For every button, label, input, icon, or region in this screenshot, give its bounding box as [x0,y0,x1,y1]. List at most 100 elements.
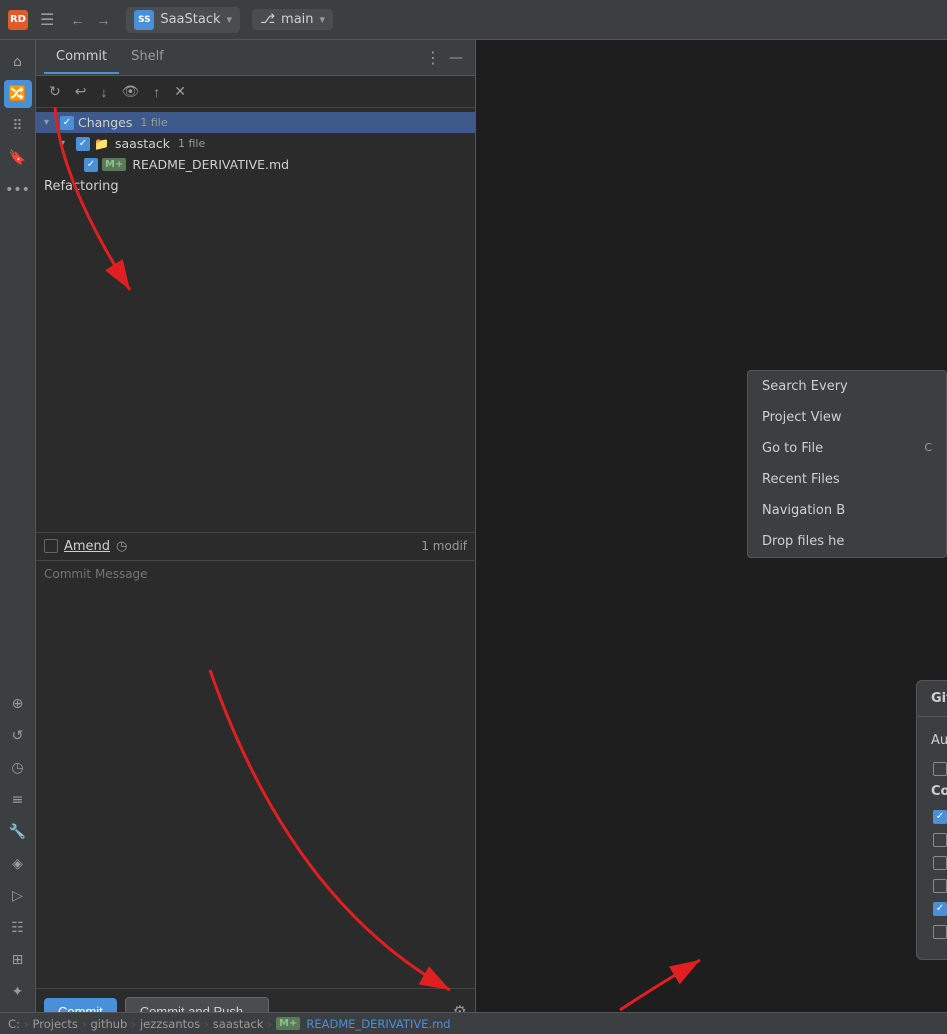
cleanup-checkbox[interactable]: ✓ [933,902,947,916]
commit-panel: Commit Shelf ⋮ — ↻ ↩ ↓ 👁 ↑ ✕ ▾ ✓ Changes… [36,40,476,1034]
sidebar-icons: ⌂ 🔀 ⠿ 🔖 ••• ⊕ ↺ ◷ ≡ 🔧 ◈ ▷ ☷ ⊞ ✦ [0,40,36,1034]
reformat-checkbox[interactable] [933,833,947,847]
popup-recent-files[interactable]: Recent Files [748,464,946,495]
readme-checkbox[interactable]: ✓ [84,158,98,172]
amend-checkbox[interactable] [44,539,58,553]
saastack-label: saastack [115,136,170,151]
changes-row[interactable]: ▾ ✓ Changes 1 file [36,112,475,133]
sidebar-icon-structure[interactable]: ⠿ [4,112,32,140]
commit-message-area [36,561,475,989]
sidebar-icon-terminal[interactable]: ⊞ [4,946,32,974]
folder-icon: 📁 [94,137,109,151]
sidebar-icon-settings[interactable]: ✦ [4,978,32,1006]
sidebar-icon-play[interactable]: ▷ [4,882,32,910]
nav-forward-button[interactable]: → [92,10,114,30]
amend-label[interactable]: Amend [64,539,110,554]
app-name: SaaStack [160,12,220,27]
sidebar-icon-git[interactable]: ↺ [4,722,32,750]
status-repo[interactable]: saastack [213,1017,264,1031]
sidebar-icon-plugins[interactable]: ⊕ [4,690,32,718]
main-layout: ⌂ 🔀 ⠿ 🔖 ••• ⊕ ↺ ◷ ≡ 🔧 ◈ ▷ ☷ ⊞ ✦ Commit S… [0,40,947,1034]
file-tree: ▾ ✓ Changes 1 file ▾ ✓ 📁 saastack 1 file… [36,108,475,532]
rearrange-row: Rearrange code [931,855,947,870]
popup-navigation-bar-label: Navigation B [762,503,845,518]
nav-buttons: ← → [66,10,114,30]
popup-drop-files[interactable]: Drop files he [748,526,946,557]
popup-navigation-bar[interactable]: Navigation B [748,495,946,526]
terraform-checkbox[interactable] [933,925,947,939]
preview-button[interactable]: 👁 [116,80,144,103]
status-file[interactable]: README_DERIVATIVE.md [306,1017,450,1031]
menu-icon[interactable]: ☰ [36,8,58,31]
sidebar-icon-tools[interactable]: 🔧 [4,818,32,846]
branch-chevron-icon: ▾ [320,13,326,26]
status-projects[interactable]: Projects [33,1017,78,1031]
refactoring-label: Refactoring [36,175,475,198]
status-user[interactable]: jezzsantos [140,1017,200,1031]
sidebar-icon-bookmarks[interactable]: 🔖 [4,144,32,172]
popup-recent-files-label: Recent Files [762,472,840,487]
tab-shelf[interactable]: Shelf [119,41,176,74]
sidebar-icon-layers[interactable]: ◈ [4,850,32,878]
changes-checkbox[interactable]: ✓ [60,116,74,130]
app-logo: RD [8,10,28,30]
branch-selector[interactable]: ⎇ main ▾ [252,9,333,30]
sidebar-icon-list[interactable]: ≡ [4,786,32,814]
nav-back-button[interactable]: ← [66,10,88,30]
status-drive[interactable]: C: [8,1017,20,1031]
saastack-arrow: ▾ [60,138,72,149]
saastack-count: 1 file [178,137,205,150]
saastack-checkbox[interactable]: ✓ [76,137,90,151]
git-dialog-header: Git [917,681,947,717]
popup-go-to-file[interactable]: Go to File C [748,433,946,464]
close-button[interactable]: ✕ [169,80,191,103]
sidebar-icon-timer[interactable]: ◷ [4,754,32,782]
refresh-button[interactable]: ↻ [44,80,66,103]
popup-project-view-label: Project View [762,410,841,425]
popup-search-every-label: Search Every [762,379,848,394]
author-label: Author: [931,733,947,748]
chevron-down-icon: ▾ [227,13,233,26]
tab-more-button[interactable]: ⋮ [421,44,445,71]
readme-badge: M+ [102,158,126,171]
avatar: SS [134,10,154,30]
download-button[interactable]: ↓ [95,81,112,103]
amend-row: Amend ◷ 1 modif [36,532,475,561]
popup-search-every[interactable]: Search Every [748,371,946,402]
changes-label: Changes [78,115,132,130]
amend-clock-icon[interactable]: ◷ [116,539,127,554]
optimize-row: Optimize imports [931,878,947,893]
upload-button[interactable]: ↑ [148,81,165,103]
git-dialog-body: Author: Sign-off commit Commit Checks ✓ … [917,717,947,959]
commit-message-input[interactable] [44,567,467,983]
check-todo-row: ✓ Check TODO Configure [931,809,947,824]
tab-commit[interactable]: Commit [44,41,119,74]
tab-minimize-button[interactable]: — [445,46,467,70]
amend-count: 1 modif [421,539,467,553]
sidebar-icon-home[interactable]: ⌂ [4,48,32,76]
signoff-checkbox[interactable] [933,762,947,776]
optimize-checkbox[interactable] [933,879,947,893]
popup-project-view[interactable]: Project View [748,402,946,433]
branch-name: main [281,12,313,27]
project-selector[interactable]: SS SaaStack ▾ [126,7,240,33]
readme-label: README_DERIVATIVE.md [132,157,289,172]
readme-row[interactable]: ✓ M+ README_DERIVATIVE.md [36,154,475,175]
branch-icon: ⎇ [260,12,275,27]
undo-button[interactable]: ↩ [70,80,92,103]
commit-checks-label: Commit Checks [931,784,947,799]
git-dialog: Git Author: Sign-off commit Commit Check… [916,680,947,960]
saastack-row[interactable]: ▾ ✓ 📁 saastack 1 file [36,133,475,154]
sidebar-icon-vcs[interactable]: 🔀 [4,80,32,108]
rearrange-checkbox[interactable] [933,856,947,870]
sidebar-icon-android[interactable]: ☷ [4,914,32,942]
check-todo-checkbox[interactable]: ✓ [933,810,947,824]
cleanup-row: ✓ Cleanup with 'SaaStack Full' profile C… [931,901,947,916]
terraform-row: Terraform fmt [931,924,947,939]
changes-count: 1 file [140,116,167,129]
sidebar-icon-more[interactable]: ••• [4,176,32,204]
author-row: Author: [931,729,947,751]
signoff-row: Sign-off commit [931,761,947,776]
toolbar: ↻ ↩ ↓ 👁 ↑ ✕ [36,76,475,108]
status-github[interactable]: github [90,1017,127,1031]
